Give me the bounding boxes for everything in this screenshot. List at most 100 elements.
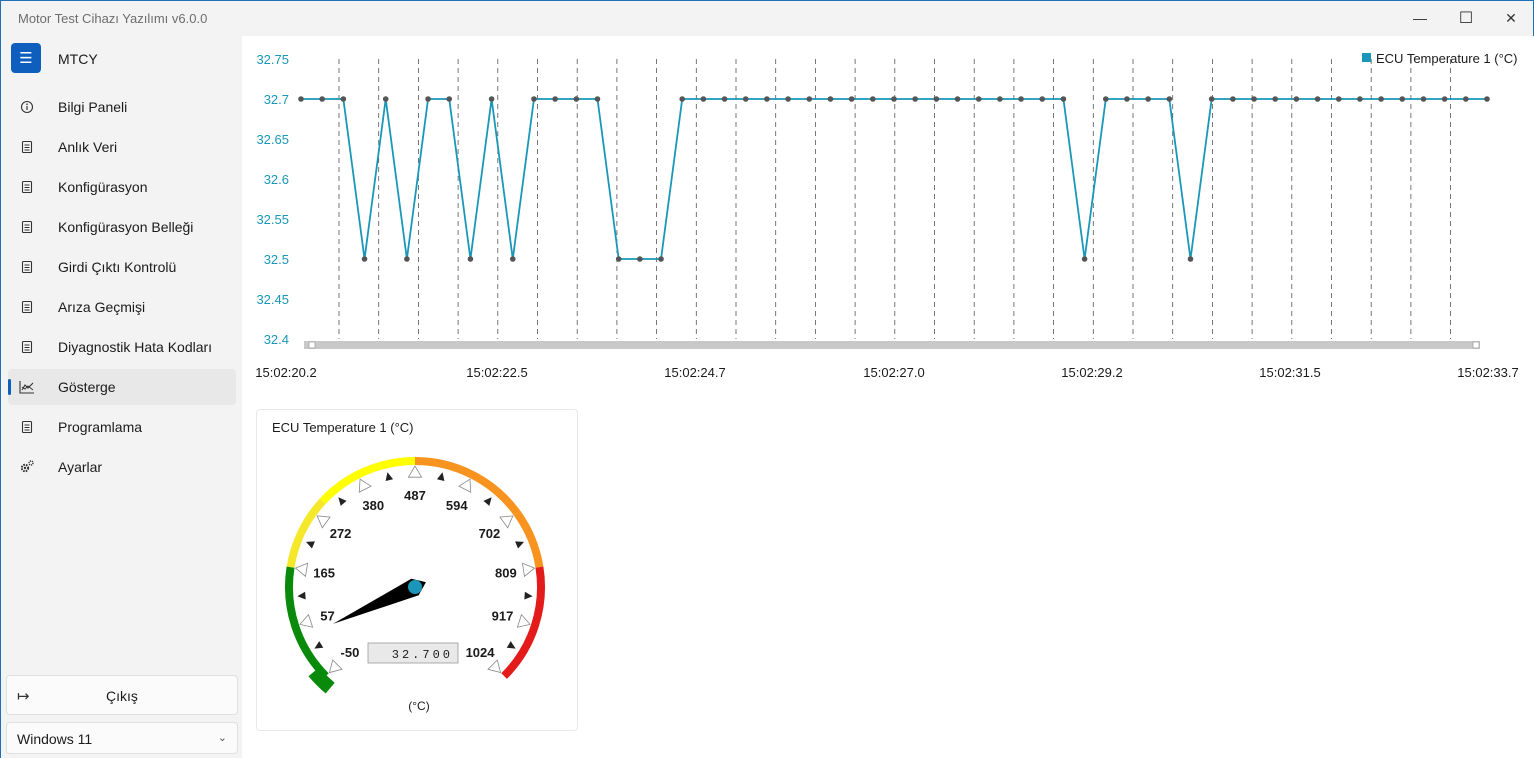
data-point (742, 96, 749, 102)
y-tick-label: 32.4 (264, 332, 289, 347)
data-point (1018, 96, 1024, 102)
data-point (1484, 96, 1490, 102)
sidebar-item-label: Anlık Veri (58, 139, 118, 155)
sidebar-item-label: Programlama (58, 419, 143, 435)
minor-tick (338, 497, 347, 506)
minor-tick (305, 541, 315, 549)
y-tick-label: 32.6 (264, 172, 289, 187)
data-point (954, 96, 961, 102)
document-icon (19, 419, 35, 435)
data-point (382, 96, 389, 102)
close-button[interactable]: ✕ (1488, 1, 1534, 35)
gauge-label: 917 (492, 608, 514, 623)
temperature-chart: 32.75 32.7 32.65 32.6 32.55 32.5 32.45 32.4 15:0… (255, 51, 1518, 380)
major-tick (299, 613, 314, 628)
temperature-gauge: -50 57 165 272 380 487 594 702 809 917 1024 32.700 (… (285, 457, 545, 713)
data-point (721, 96, 728, 102)
data-point (552, 96, 558, 102)
sidebar-item-konfig-rasyon-belle-i[interactable]: Konfigürasyon Belleği (8, 209, 236, 245)
selected-indicator (8, 379, 11, 395)
minor-tick (385, 472, 394, 482)
sidebar-item-g-sterge[interactable]: Gösterge (8, 369, 236, 405)
data-point (573, 96, 580, 102)
chevron-down-icon: ⌄ (217, 732, 227, 744)
data-point (1145, 96, 1151, 102)
data-point (446, 96, 453, 102)
sidebar-item-konfig-rasyon[interactable]: Konfigürasyon (8, 169, 236, 205)
gauge-label: 272 (330, 526, 352, 541)
data-point (1335, 96, 1342, 102)
sidebar-item-bilgi-paneli[interactable]: Bilgi Paneli (8, 89, 236, 125)
document-icon (19, 179, 35, 195)
data-point (1251, 96, 1257, 102)
data-point (615, 256, 622, 262)
gauge-unit: (°C) (408, 699, 429, 713)
major-tick (407, 465, 423, 478)
x-tick-label: 15:02:27.0 (863, 365, 924, 380)
data-point (848, 96, 855, 102)
sidebar-item-ar-za-ge-mi-i[interactable]: Arıza Geçmişi (8, 289, 236, 325)
data-point (1039, 96, 1046, 102)
y-tick-label: 32.5 (264, 252, 289, 267)
sidebar-item-label: Bilgi Paneli (58, 99, 128, 115)
document-icon (19, 339, 35, 355)
major-tick (316, 515, 331, 529)
data-point (425, 96, 431, 102)
data-point (700, 96, 707, 102)
scrollbar-handle-left (308, 341, 316, 349)
data-point (637, 256, 643, 262)
minimize-button[interactable]: — (1397, 1, 1443, 35)
data-point (806, 96, 813, 102)
data-point (1124, 96, 1130, 102)
hamburger-button[interactable]: ☰ (11, 43, 41, 73)
sidebar-item-girdi-kt-kontrol-[interactable]: Girdi Çıktı Kontrolü (8, 249, 236, 285)
data-point (1463, 96, 1469, 102)
chart-icon (19, 379, 35, 395)
data-point (679, 96, 686, 102)
gauge-band (513, 510, 544, 568)
exit-label: Çıkış (106, 688, 138, 704)
gauge-readout: 32.700 (392, 648, 453, 662)
exit-button[interactable]: ↦ Çıkış (6, 675, 238, 715)
document-icon (19, 259, 35, 275)
chart-scrollbar (304, 341, 1480, 349)
sidebar-item-ayarlar[interactable]: Ayarlar (8, 449, 236, 485)
info-icon (19, 99, 35, 115)
maximize-icon: ☐ (1458, 10, 1474, 27)
gauge-label: 165 (313, 566, 335, 581)
sidebar-item-programlama[interactable]: Programlama (8, 409, 236, 445)
sidebar-item-anl-k-veri[interactable]: Anlık Veri (8, 129, 236, 165)
data-point (785, 96, 791, 102)
app-window: Motor Test Cihazı Yazılımı v6.0.0 — ☐ ✕ … (0, 0, 1534, 758)
hamburger-icon: ☰ (19, 50, 33, 67)
document-icon (19, 299, 35, 315)
minor-tick (506, 641, 516, 649)
maximize-button[interactable]: ☐ (1443, 1, 1489, 35)
data-point (997, 96, 1003, 102)
theme-select[interactable]: Windows 11 ⌄ (6, 722, 238, 754)
theme-value: Windows 11 (17, 731, 93, 747)
minor-tick (314, 641, 324, 649)
window-title: Motor Test Cihazı Yazılımı v6.0.0 (18, 11, 208, 26)
main-content: 32.75 32.7 32.65 32.6 32.55 32.5 32.45 32.4 15:0… (242, 36, 1534, 758)
data-point (361, 256, 368, 262)
sidebar-item-diyagnostik-hata-kodlar-[interactable]: Diyagnostik Hata Kodları (8, 329, 236, 365)
gauge-label: 594 (446, 498, 468, 513)
y-tick-label: 32.7 (264, 92, 289, 107)
y-tick-label: 32.75 (256, 52, 289, 67)
data-point (827, 96, 834, 102)
data-point (1102, 96, 1109, 102)
data-point (975, 96, 982, 102)
data-point (319, 96, 325, 102)
data-point (1357, 96, 1363, 102)
gauge-band (286, 498, 326, 568)
data-point (340, 96, 347, 102)
data-point (509, 256, 516, 262)
data-point (1420, 96, 1427, 102)
legend-swatch (1362, 53, 1371, 62)
gauge-label: 1024 (466, 645, 496, 660)
major-tick (516, 613, 531, 628)
gauge-hub (408, 580, 422, 594)
major-tick (499, 515, 514, 529)
title-bar: Motor Test Cihazı Yazılımı v6.0.0 — ☐ ✕ (1, 1, 1533, 36)
